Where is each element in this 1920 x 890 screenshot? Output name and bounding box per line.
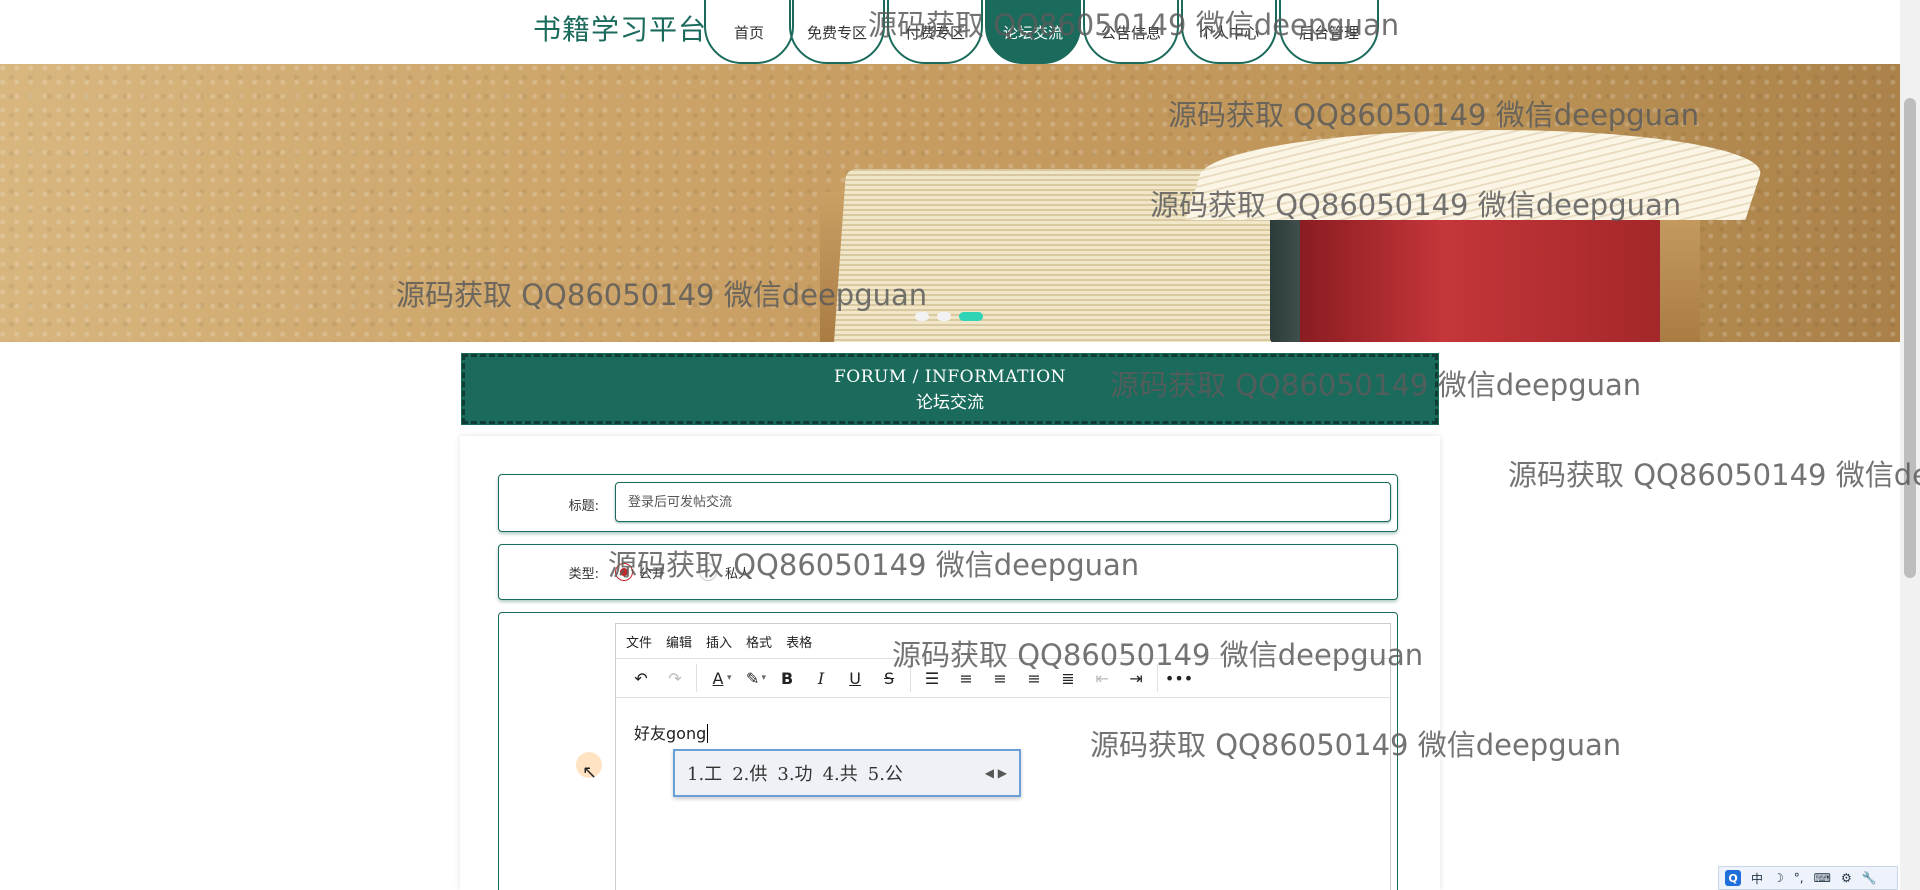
toolbar-separator <box>696 664 697 692</box>
redo-icon[interactable]: ↷ <box>658 663 692 693</box>
section-title-cn: 论坛交流 <box>916 393 984 413</box>
type-label: 类型: <box>568 567 599 582</box>
editor-text: 好友 <box>634 724 667 743</box>
bold-icon[interactable]: B <box>770 663 804 693</box>
type-row: 类型: 公开 私人 <box>498 544 1398 600</box>
top-navbar: 书籍学习平台 首页 免费专区 付费专区 论坛交流 公告信息 个人中心 后台管理 <box>0 0 1900 64</box>
forum-post-form: 标题: 登录后可发帖交流 类型: 公开 私人 文件 编辑 插入 格式 表格 ↶ … <box>460 436 1440 890</box>
title-input[interactable]: 登录后可发帖交流 <box>615 482 1391 522</box>
carousel-dot-1[interactable] <box>915 312 929 321</box>
ime-tray-item[interactable]: °, <box>1794 871 1804 885</box>
menu-table[interactable]: 表格 <box>786 632 812 651</box>
mouse-pointer-icon: ↖ <box>582 762 598 783</box>
align-justify-icon[interactable]: ≣ <box>1051 663 1085 693</box>
ime-candidate-2[interactable]: 2.供 <box>732 760 767 786</box>
page-scrollbar[interactable] <box>1900 0 1920 890</box>
radio-public-label[interactable]: 公开 <box>639 563 665 582</box>
undo-icon[interactable]: ↶ <box>624 663 658 693</box>
carousel-dot-2[interactable] <box>937 312 951 321</box>
align-center-icon[interactable]: ≡ <box>983 663 1017 693</box>
nav-home[interactable]: 首页 <box>704 0 794 64</box>
site-brand[interactable]: 书籍学习平台 <box>533 8 707 48</box>
nav-paid-zone[interactable]: 付费专区 <box>887 0 983 64</box>
section-header: FORUM / INFORMATION 论坛交流 <box>461 353 1439 425</box>
ime-tray-item[interactable]: ⌨ <box>1814 871 1831 885</box>
outdent-icon[interactable]: ⇤ <box>1085 663 1119 693</box>
align-right-icon[interactable]: ≡ <box>1017 663 1051 693</box>
underline-icon[interactable]: U <box>838 663 872 693</box>
ime-page-arrows-icon[interactable]: ◀ ▶ <box>985 766 1007 780</box>
italic-icon[interactable]: I <box>804 663 838 693</box>
line-height-icon[interactable]: ☰ <box>915 663 949 693</box>
radio-private-label[interactable]: 私人 <box>725 563 751 582</box>
chevron-down-icon[interactable]: ▾ <box>727 673 732 683</box>
radio-public[interactable] <box>615 563 633 581</box>
editor-menubar: 文件 编辑 插入 格式 表格 <box>616 624 1390 658</box>
menu-edit[interactable]: 编辑 <box>666 632 692 651</box>
editor-composing-text: gong <box>666 724 709 743</box>
toolbar-separator <box>1157 664 1159 692</box>
editor-toolbar: ↶ ↷ A ▾ ✎ ▾ B I U S ☰ ≡ ≡ ≡ ≣ ⇤ ⇥ ••• <box>616 658 1390 698</box>
ime-candidate-3[interactable]: 3.功 <box>777 760 812 786</box>
more-icon[interactable]: ••• <box>1162 663 1196 693</box>
ime-status-bar: Q 中 ☽ °, ⌨ ⚙ 🔧 <box>1718 866 1898 890</box>
nav-personal-center[interactable]: 个人中心 <box>1181 0 1277 64</box>
banner-carousel[interactable] <box>0 64 1900 342</box>
ime-candidate-4[interactable]: 4.共 <box>823 760 858 786</box>
ime-tray-item[interactable]: ☽ <box>1773 871 1784 885</box>
chevron-down-icon[interactable]: ▾ <box>762 673 767 683</box>
menu-insert[interactable]: 插入 <box>706 632 732 651</box>
nav-free-zone[interactable]: 免费专区 <box>789 0 885 64</box>
scrollbar-thumb[interactable] <box>1904 98 1916 578</box>
toolbar-separator <box>910 664 912 692</box>
section-title-en: FORUM / INFORMATION <box>833 367 1067 387</box>
menu-format[interactable]: 格式 <box>746 632 772 651</box>
ime-logo-icon[interactable]: Q <box>1725 870 1741 886</box>
ime-candidate-1[interactable]: 1.工 <box>687 760 722 786</box>
carousel-dot-3[interactable] <box>959 312 983 321</box>
radio-private[interactable] <box>699 563 717 581</box>
ime-tray-item[interactable]: ⚙ <box>1841 871 1852 885</box>
ime-candidate-5[interactable]: 5.公 <box>868 760 903 786</box>
ime-tray-item[interactable]: 🔧 <box>1862 871 1877 885</box>
align-left-icon[interactable]: ≡ <box>949 663 983 693</box>
strikethrough-icon[interactable]: S <box>872 663 906 693</box>
nav-notices[interactable]: 公告信息 <box>1083 0 1179 64</box>
menu-file[interactable]: 文件 <box>626 632 652 651</box>
title-row: 标题: 登录后可发帖交流 <box>498 474 1398 532</box>
indent-icon[interactable]: ⇥ <box>1119 663 1153 693</box>
nav-forum[interactable]: 论坛交流 <box>985 0 1081 64</box>
carousel-indicators <box>915 312 983 321</box>
ime-tray-item[interactable]: 中 <box>1751 870 1763 887</box>
nav-admin[interactable]: 后台管理 <box>1279 0 1379 64</box>
title-label: 标题: <box>568 499 599 514</box>
watermark: 源码获取 QQ86050149 微信deepguan <box>1508 458 1920 492</box>
ime-candidate-window: 1.工 2.供 3.功 4.共 5.公 ◀ ▶ <box>673 749 1021 797</box>
